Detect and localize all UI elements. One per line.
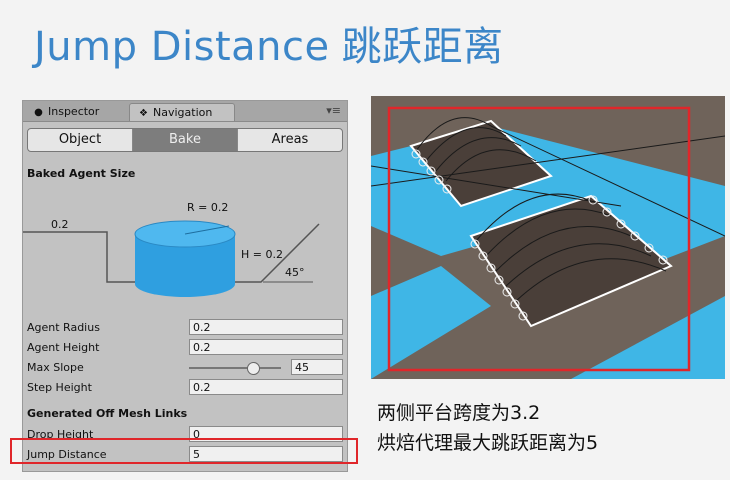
tab-bar: ● Inspector ❖ Navigation ▾≡ xyxy=(23,101,347,122)
step-outline xyxy=(23,231,135,283)
agent-size-diagram: 0.2 R = 0.2 H = 0.2 45° xyxy=(23,201,320,297)
step-height-label: Step Height xyxy=(27,381,92,394)
tab-navigation[interactable]: ❖ Navigation xyxy=(129,103,235,121)
panel-menu-icon[interactable]: ▾≡ xyxy=(326,104,341,117)
jump-distance-highlight xyxy=(10,438,358,464)
step-height-row: Step Height 0.2 xyxy=(27,379,345,397)
caption-line-1: 两侧平台跨度为3.2 xyxy=(377,402,541,424)
tab-inspector-label: Inspector xyxy=(48,105,100,118)
agent-radius-label: Agent Radius xyxy=(27,321,100,334)
info-icon: ● xyxy=(34,107,43,118)
slope-angle-label: 45° xyxy=(285,266,305,279)
max-slope-field[interactable]: 45 xyxy=(291,359,343,375)
slide-title-chinese: 跳跃距离 xyxy=(341,24,504,70)
baked-agent-size-heading: Baked Agent Size xyxy=(27,167,136,180)
slide-title: Jump Distance 跳跃距离 xyxy=(34,14,504,72)
agent-height-label: Agent Height xyxy=(27,341,100,354)
tab-inspector[interactable]: ● Inspector xyxy=(25,103,107,121)
max-slope-row: Max Slope 45 xyxy=(27,359,345,377)
slide-title-english: Jump Distance xyxy=(34,24,330,70)
segment-areas[interactable]: Areas xyxy=(238,129,342,151)
mode-segmented-control: Object Bake Areas xyxy=(27,128,343,152)
agent-radius-row: Agent Radius 0.2 xyxy=(27,319,345,337)
radius-label: R = 0.2 xyxy=(187,201,228,214)
agent-radius-field[interactable]: 0.2 xyxy=(189,319,343,335)
agent-height-field[interactable]: 0.2 xyxy=(189,339,343,355)
max-slope-slider-knob[interactable] xyxy=(247,362,261,375)
segment-bake[interactable]: Bake xyxy=(133,129,238,151)
navmesh-scene-image xyxy=(371,96,725,379)
max-slope-slider-track[interactable] xyxy=(189,367,281,369)
height-label: H = 0.2 xyxy=(241,248,283,261)
step-height-value: 0.2 xyxy=(51,218,69,231)
segment-object[interactable]: Object xyxy=(28,129,133,151)
navigation-panel: ● Inspector ❖ Navigation ▾≡ Object Bake Ar… xyxy=(22,100,348,472)
off-mesh-links-heading: Generated Off Mesh Links xyxy=(27,407,188,420)
navigation-icon: ❖ xyxy=(139,108,148,119)
step-height-field[interactable]: 0.2 xyxy=(189,379,343,395)
max-slope-label: Max Slope xyxy=(27,361,84,374)
tab-navigation-label: Navigation xyxy=(153,106,213,119)
caption-line-2: 烘焙代理最大跳跃距离为5 xyxy=(377,432,599,454)
agent-height-row: Agent Height 0.2 xyxy=(27,339,345,357)
